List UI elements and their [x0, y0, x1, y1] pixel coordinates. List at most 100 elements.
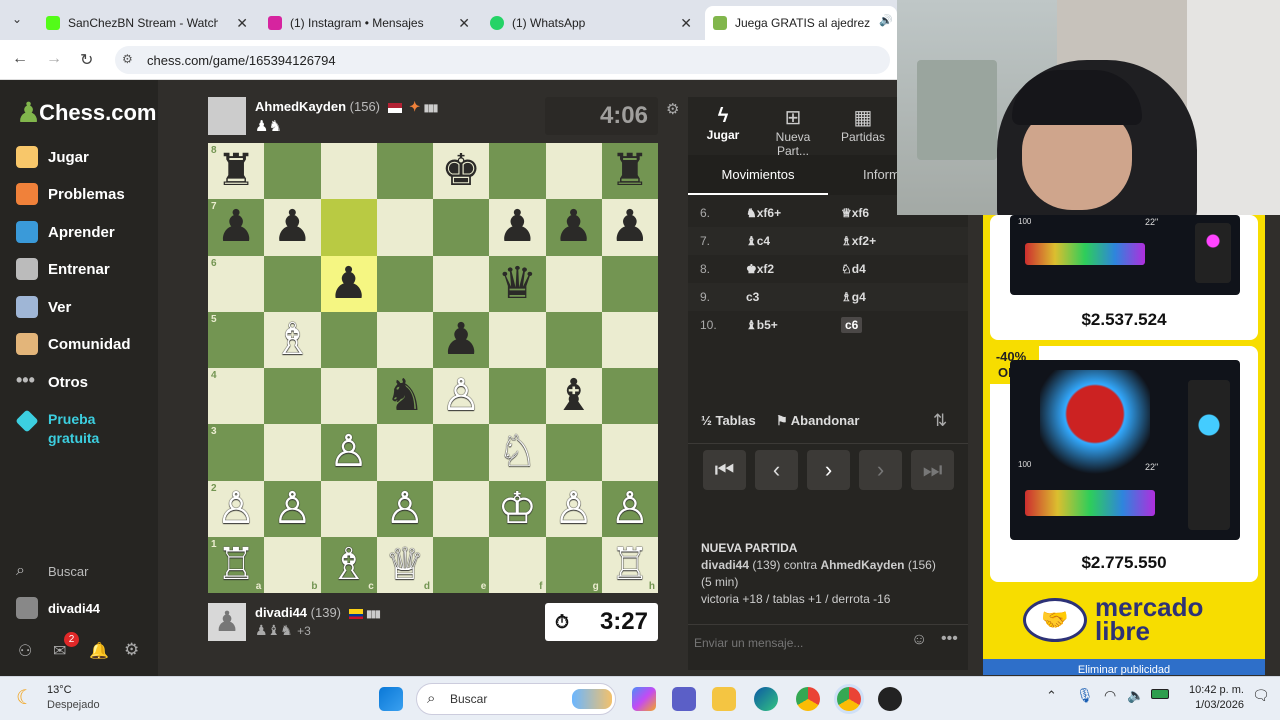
first-move-button[interactable]: ⏮	[703, 450, 746, 490]
square-c4[interactable]	[320, 368, 377, 425]
square-e7[interactable]	[433, 199, 490, 256]
tab-jugar[interactable]: ϟ Jugar	[688, 97, 758, 155]
chesscom-logo[interactable]: ♟ Chess.com	[16, 96, 157, 129]
browser-tab[interactable]: (1) WhatsApp ✕	[482, 6, 700, 40]
taskbar-search[interactable]: ⌕ Buscar	[416, 683, 616, 715]
edge-icon[interactable]	[754, 687, 778, 711]
piece-c6[interactable]: ♟	[321, 256, 377, 312]
piece-f2[interactable]: ♔	[489, 481, 545, 537]
sidebar-item-comunidad[interactable]: Comunidad	[16, 333, 131, 355]
play-button[interactable]: ›	[859, 450, 902, 490]
site-info-icon[interactable]: ⚙	[122, 52, 133, 66]
piece-h7[interactable]: ♟	[602, 199, 658, 255]
piece-h1[interactable]: ♖	[602, 537, 658, 593]
board-settings-icon[interactable]: ⚙	[666, 100, 679, 118]
ad-card-pc2[interactable]: -40%OFF 22" 100 $2.775.550	[983, 346, 1258, 582]
piece-e5[interactable]: ♟	[433, 312, 489, 368]
more-options-icon[interactable]: •••	[941, 630, 958, 648]
close-tab-icon[interactable]: ✕	[680, 15, 692, 32]
windows-start-icon[interactable]	[379, 687, 403, 711]
page-scrollbar[interactable]	[1265, 215, 1280, 675]
piece-b7[interactable]: ♟	[264, 199, 320, 255]
square-d8[interactable]	[376, 143, 433, 200]
square-d3[interactable]	[376, 424, 433, 481]
black-move[interactable]: ♗g4	[841, 290, 866, 304]
square-d5[interactable]	[376, 311, 433, 368]
square-b8[interactable]	[264, 143, 321, 200]
piece-f3[interactable]: ♘	[489, 424, 545, 480]
white-move[interactable]: ♚xf2	[746, 262, 774, 276]
notifications-icon[interactable]: 🗨	[1252, 687, 1270, 704]
piece-g4[interactable]: ♝	[546, 368, 602, 424]
piece-f7[interactable]: ♟	[489, 199, 545, 255]
piece-h2[interactable]: ♙	[602, 481, 658, 537]
square-f1[interactable]: f	[489, 536, 546, 593]
player-avatar[interactable]: ♟	[208, 603, 246, 641]
black-move[interactable]: ♘d4	[841, 262, 866, 276]
volume-icon[interactable]: 🔈	[1127, 687, 1144, 704]
square-c2[interactable]	[320, 480, 377, 537]
piece-a2[interactable]: ♙	[208, 481, 264, 537]
square-a4[interactable]: 4	[208, 368, 265, 425]
file-explorer-icon[interactable]	[712, 687, 736, 711]
square-e2[interactable]	[433, 480, 490, 537]
opponent-name-row[interactable]: AhmedKayden (156) ✦ ▮▮▮	[255, 99, 438, 115]
tab-search-icon[interactable]: ⌄	[12, 12, 22, 26]
black-move[interactable]: c6	[841, 317, 863, 333]
draw-button[interactable]: ½ Tablas	[701, 413, 756, 428]
speaker-icon[interactable]: 🔊	[879, 14, 893, 27]
next-move-button[interactable]: ›	[807, 450, 850, 490]
ad-card-pc1[interactable]: 22" 100 $2.537.524	[990, 215, 1258, 340]
square-a5[interactable]: 5	[208, 311, 265, 368]
white-move[interactable]: ♞xf6+	[746, 206, 781, 220]
piece-d4[interactable]: ♞	[377, 368, 433, 424]
square-c5[interactable]	[320, 311, 377, 368]
square-d7[interactable]	[376, 199, 433, 256]
forward-icon[interactable]: →	[46, 50, 62, 68]
square-g6[interactable]	[545, 255, 602, 312]
white-move[interactable]: ♝c4	[746, 234, 770, 248]
square-b6[interactable]	[264, 255, 321, 312]
square-e3[interactable]	[433, 424, 490, 481]
piece-d1[interactable]: ♕	[377, 537, 433, 593]
black-move[interactable]: ♕xf6	[841, 206, 869, 220]
square-h4[interactable]	[601, 368, 658, 425]
square-b3[interactable]	[264, 424, 321, 481]
piece-b5[interactable]: ♗	[264, 312, 320, 368]
sidebar-user[interactable]: divadi44	[16, 597, 100, 619]
chrome-icon[interactable]	[796, 687, 820, 711]
chrome-profile-icon[interactable]	[837, 687, 861, 711]
flip-board-icon[interactable]: ⇅	[933, 411, 947, 431]
piece-a7[interactable]: ♟	[208, 199, 264, 255]
clock-date[interactable]: 1/03/2026	[1184, 699, 1244, 711]
white-move[interactable]: ♝b5+	[746, 318, 778, 332]
white-move[interactable]: c3	[746, 290, 759, 304]
square-h3[interactable]	[601, 424, 658, 481]
sidebar-item-problemas[interactable]: Problemas	[16, 183, 125, 205]
opponent-avatar[interactable]	[208, 97, 246, 135]
chat-message-input[interactable]	[694, 632, 904, 654]
copilot-icon[interactable]	[632, 687, 656, 711]
mail-icon[interactable]: ✉	[53, 641, 66, 661]
prev-move-button[interactable]: ‹	[755, 450, 798, 490]
piece-e4[interactable]: ♙	[433, 368, 489, 424]
piece-a8[interactable]: ♜	[208, 143, 264, 199]
sidebar-search[interactable]: ⌕ Buscar	[16, 562, 88, 580]
piece-g7[interactable]: ♟	[546, 199, 602, 255]
square-e1[interactable]: e	[433, 536, 490, 593]
tab-nueva-partida[interactable]: ⊞ Nueva Part...	[758, 97, 828, 158]
square-g8[interactable]	[545, 143, 602, 200]
weather-moon-icon[interactable]: ☾	[16, 685, 34, 710]
ad-panel[interactable]: 22" 100 $2.537.524 -40%OFF 22" 100 $2.77…	[983, 215, 1265, 675]
friends-icon[interactable]: ⚇	[18, 641, 32, 661]
square-h5[interactable]	[601, 311, 658, 368]
square-g5[interactable]	[545, 311, 602, 368]
piece-d2[interactable]: ♙	[377, 481, 433, 537]
browser-tab-active[interactable]: Juega GRATIS al ajedrez online 🔊	[705, 6, 897, 40]
piece-a1[interactable]: ♖	[208, 537, 264, 593]
teams-icon[interactable]	[672, 687, 696, 711]
sidebar-item-prueba-gratuita[interactable]: Prueba gratuita	[15, 409, 118, 448]
square-c7[interactable]	[320, 199, 377, 256]
square-g3[interactable]	[545, 424, 602, 481]
sidebar-item-entrenar[interactable]: Entrenar	[16, 258, 110, 280]
